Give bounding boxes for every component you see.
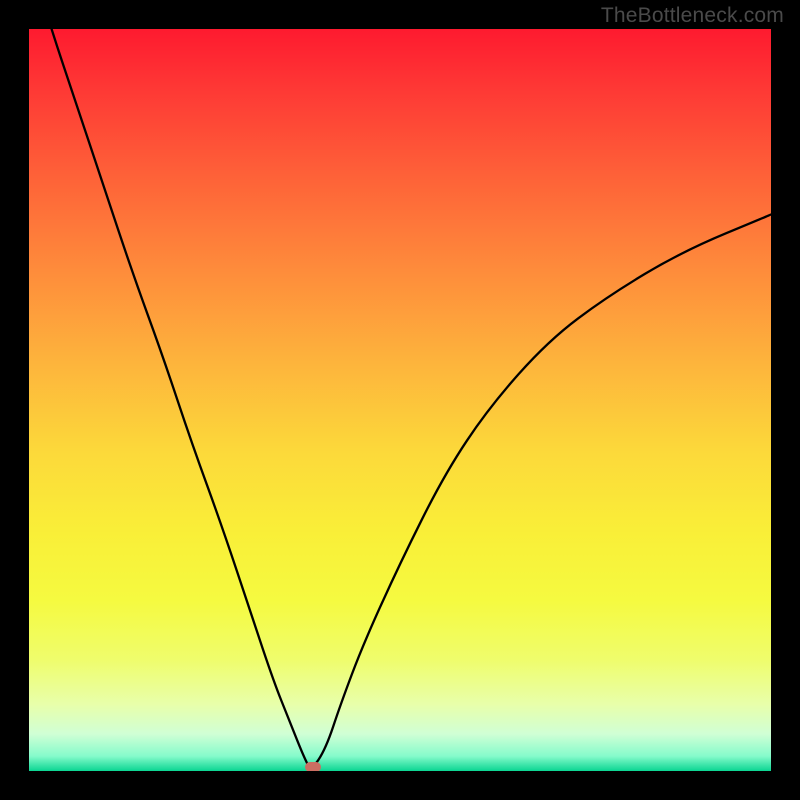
minimum-marker bbox=[305, 762, 321, 771]
bottleneck-curve bbox=[29, 29, 771, 771]
watermark-text: TheBottleneck.com bbox=[601, 4, 784, 28]
plot-area bbox=[29, 29, 771, 771]
chart-frame: TheBottleneck.com bbox=[0, 0, 800, 800]
